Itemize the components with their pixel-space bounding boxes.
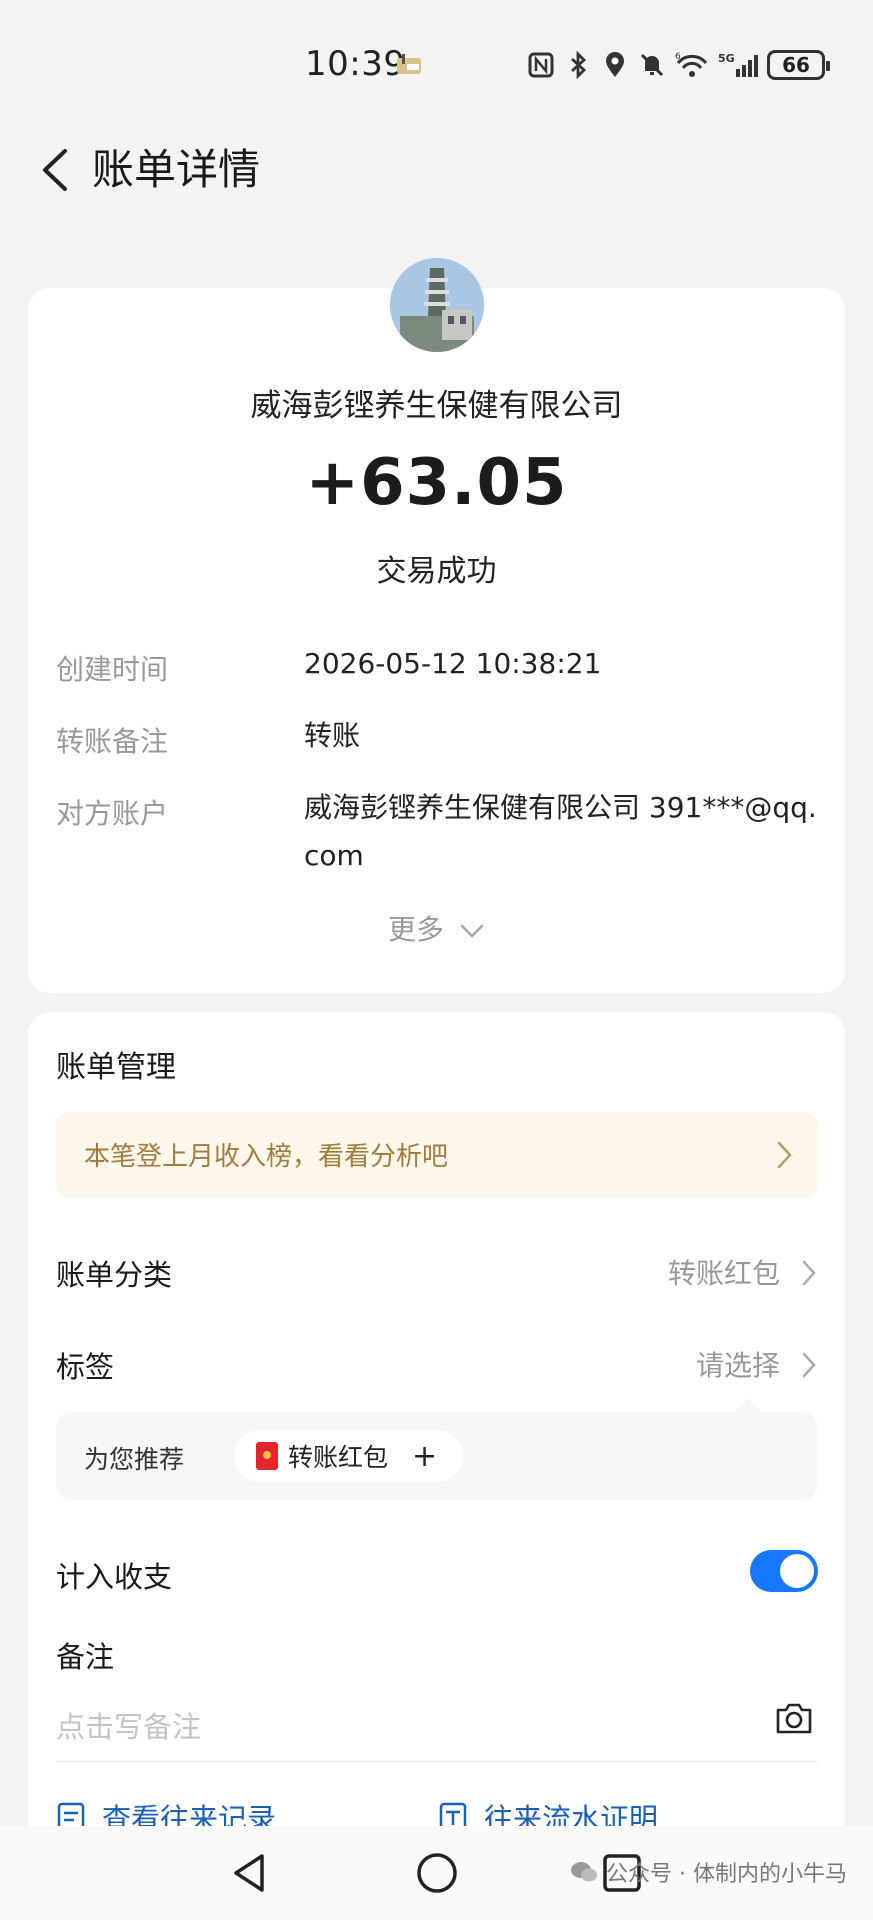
merchant-name: 威海彭铿养生保健有限公司 xyxy=(250,388,623,424)
bluetooth-icon xyxy=(571,51,587,79)
detail-label: 对方账户 xyxy=(56,797,169,830)
signal-5g-icon: 5G xyxy=(718,52,758,77)
transaction-status: 交易成功 xyxy=(376,554,497,589)
note-label-row: 备注 xyxy=(56,1624,818,1684)
row-value: 转账红包 xyxy=(667,1257,780,1290)
recommend-label: 为您推荐 xyxy=(84,1445,185,1474)
note-label: 备注 xyxy=(56,1640,115,1674)
status-icons: 6 5G 66 xyxy=(527,48,830,82)
pagoda-image xyxy=(390,258,484,352)
income-ranking-banner[interactable]: 本笔登上月收入榜，看看分析吧 xyxy=(56,1112,818,1198)
recommended-tags: 为您推荐 转账红包 + xyxy=(56,1398,818,1500)
detail-value: 威海彭铿养生保健有限公司 391***@qq.com xyxy=(304,791,817,872)
row-label: 标签 xyxy=(56,1350,115,1384)
detail-label: 转账备注 xyxy=(56,725,169,758)
page-title: 账单详情 xyxy=(92,145,261,194)
header: 账单详情 xyxy=(0,130,873,210)
system-nav-bar: 公众号 · 体制内的小牛马 xyxy=(0,1826,873,1920)
chevron-right-icon xyxy=(802,1352,816,1378)
merchant-avatar xyxy=(390,258,484,352)
detail-label: 创建时间 xyxy=(56,653,169,686)
more-button[interactable]: 更多 xyxy=(28,908,845,948)
transaction-amount: +63.05 xyxy=(305,446,568,520)
detail-value: 2026-05-12 10:38:21 xyxy=(304,647,602,680)
promo-text: 本笔登上月收入榜，看看分析吧 xyxy=(84,1142,449,1172)
watermark: 公众号 · 体制内的小牛马 xyxy=(570,1856,847,1888)
nfc-icon xyxy=(528,52,554,78)
include-in-stats-row: 计入收支 xyxy=(56,1544,818,1604)
chevron-left-icon xyxy=(43,149,67,191)
include-in-stats-toggle[interactable] xyxy=(750,1550,818,1592)
chevron-right-icon xyxy=(802,1260,816,1286)
row-label: 账单分类 xyxy=(56,1258,173,1292)
transaction-card: 威海彭铿养生保健有限公司 +63.05 交易成功 创建时间 2026-05-12… xyxy=(28,258,845,993)
recommended-tag-chip[interactable]: 转账红包 + xyxy=(234,1430,464,1482)
status-bar: 10:39 6 5G 66 xyxy=(0,0,873,110)
more-label: 更多 xyxy=(388,913,445,946)
chevron-right-icon xyxy=(777,1141,792,1169)
red-packet-icon xyxy=(256,1442,278,1470)
chevron-down-icon xyxy=(460,924,484,938)
tooltip-arrow xyxy=(732,1398,764,1414)
camera-icon[interactable] xyxy=(774,1698,814,1738)
section-title: 账单管理 xyxy=(56,1050,176,1085)
row-value: 请选择 xyxy=(695,1349,780,1382)
battery-indicator: 66 xyxy=(767,50,830,80)
triangle-back-icon[interactable] xyxy=(226,1848,276,1898)
note-placeholder: 点击写备注 xyxy=(56,1710,202,1744)
circle-home-icon[interactable] xyxy=(412,1848,462,1898)
chip-label: 转账红包 xyxy=(288,1443,389,1472)
status-time: 10:39 xyxy=(305,44,406,84)
back-button[interactable] xyxy=(26,140,82,200)
detail-value: 转账 xyxy=(304,719,361,752)
toggle-knob xyxy=(780,1554,814,1588)
mute-bell-icon xyxy=(640,53,664,77)
bill-management-card: 账单管理 本笔登上月收入榜，看看分析吧 账单分类 转账红包 标签 请选择 为您推… xyxy=(28,1012,845,1912)
svg-text:5G: 5G xyxy=(718,52,735,65)
row-label: 计入收支 xyxy=(56,1560,173,1594)
svg-text:6: 6 xyxy=(675,52,681,62)
bill-category-row[interactable]: 账单分类 转账红包 xyxy=(56,1242,818,1302)
wifi-6-icon: 6 xyxy=(675,52,708,77)
tag-row[interactable]: 标签 请选择 xyxy=(56,1334,818,1394)
location-icon xyxy=(606,52,624,77)
note-input[interactable]: 点击写备注 xyxy=(56,1692,818,1762)
app-notification-icon xyxy=(397,54,421,74)
plus-icon: + xyxy=(412,1438,438,1474)
watermark-text: 公众号 · 体制内的小牛马 xyxy=(606,1862,847,1887)
wechat-icon xyxy=(571,1862,598,1882)
